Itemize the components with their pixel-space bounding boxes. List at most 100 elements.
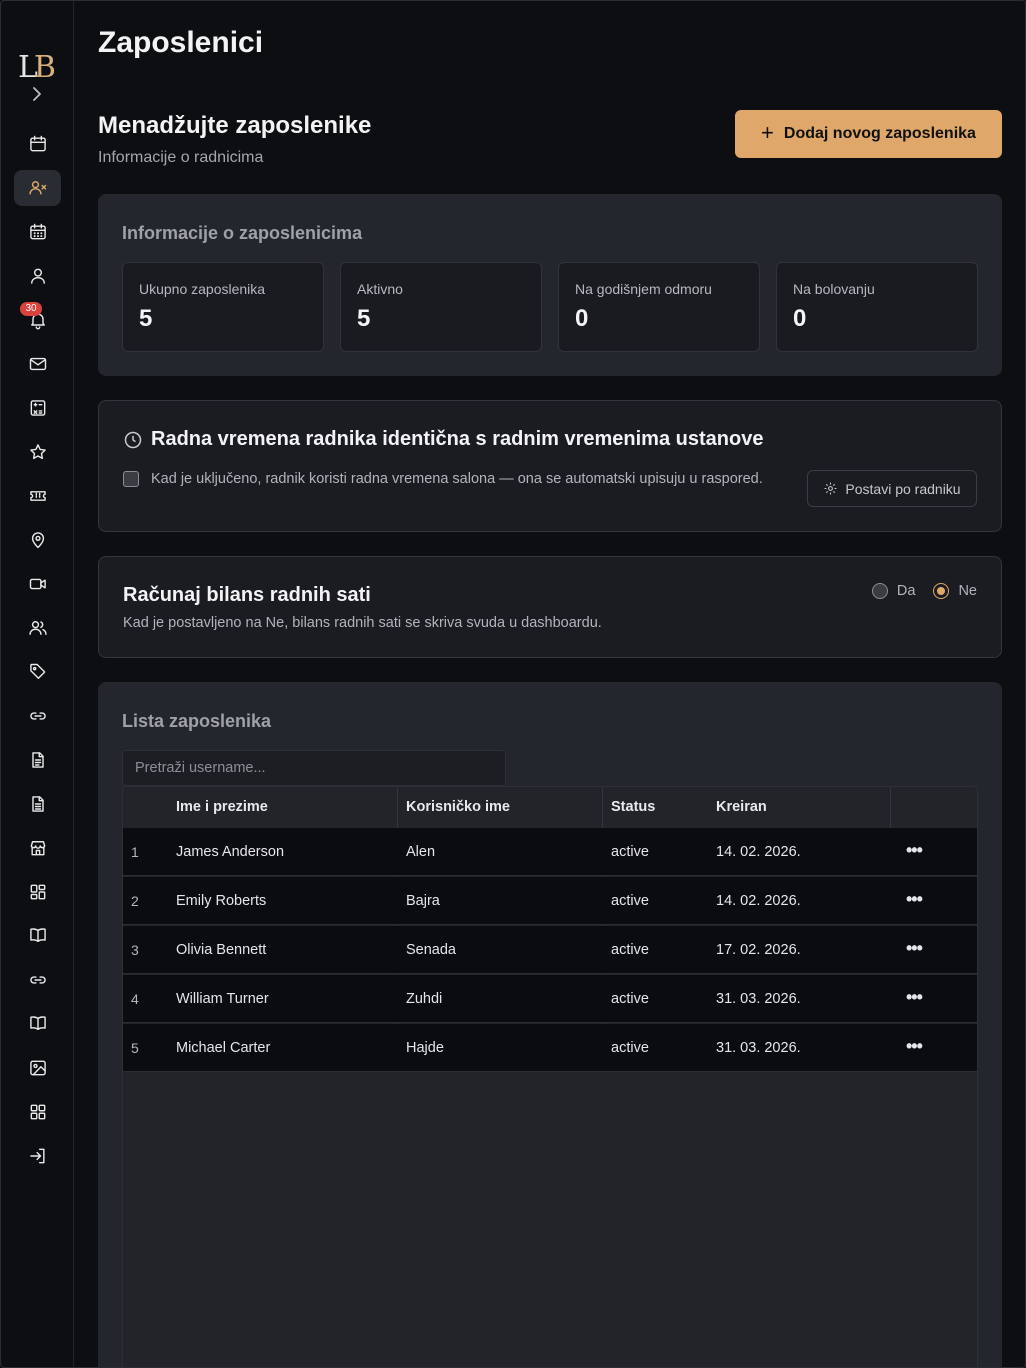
set-per-employee-button[interactable]: Postavi po radniku bbox=[807, 470, 977, 507]
search-input[interactable] bbox=[122, 750, 506, 786]
add-employee-label: Dodaj novog zaposlenika bbox=[783, 125, 976, 142]
dashboard-icon bbox=[30, 884, 45, 900]
stat-label: Ukupno zaposlenika bbox=[139, 281, 266, 297]
users-icon bbox=[28, 621, 47, 635]
store-icon bbox=[30, 841, 45, 856]
user-icon bbox=[30, 268, 45, 284]
table-row[interactable]: 5 Michael Carter Hajde active 31. 03. 20… bbox=[123, 1024, 977, 1072]
sidebar-item-clients[interactable] bbox=[14, 610, 61, 646]
employee-created: 14. 02. 2026. bbox=[716, 893, 801, 909]
column-header-status[interactable]: Status bbox=[611, 787, 655, 828]
row-menu-icon[interactable]: ••• bbox=[906, 877, 923, 925]
employee-created: 31. 03. 2026. bbox=[716, 991, 801, 1007]
row-menu-icon[interactable]: ••• bbox=[906, 828, 923, 876]
image-icon bbox=[29, 1060, 46, 1076]
row-menu-icon[interactable]: ••• bbox=[906, 1024, 923, 1072]
calculator-icon bbox=[30, 400, 45, 416]
radio-option-no[interactable]: Ne bbox=[933, 583, 977, 599]
employee-created: 17. 02. 2026. bbox=[716, 942, 801, 958]
column-header-name[interactable]: Ime i prezime bbox=[176, 787, 268, 828]
sidebar-item-tickets[interactable] bbox=[14, 478, 61, 514]
link-icon bbox=[29, 976, 46, 984]
employee-list-card: Lista zaposlenika Ime i prezime Korisnič… bbox=[98, 682, 1002, 1368]
document-icon bbox=[31, 752, 44, 768]
logout-icon bbox=[29, 1148, 45, 1164]
document-text-icon bbox=[31, 796, 44, 812]
sidebar-item-reports[interactable] bbox=[14, 786, 61, 822]
hours-balance-title: Računaj bilans radnih sati bbox=[123, 584, 371, 606]
sidebar-item-schedule[interactable] bbox=[14, 214, 61, 250]
employee-name: Michael Carter bbox=[176, 1040, 271, 1056]
map-pin-icon bbox=[31, 532, 44, 549]
employee-status: active bbox=[611, 844, 649, 860]
column-header-username[interactable]: Korisničko ime bbox=[406, 787, 510, 828]
sidebar-item-tags[interactable] bbox=[14, 654, 61, 690]
sidebar-item-profile[interactable] bbox=[14, 258, 61, 294]
radio-no-label: Ne bbox=[958, 583, 977, 599]
page-title: Zaposlenici bbox=[98, 26, 264, 59]
same-hours-checkbox[interactable] bbox=[123, 471, 139, 487]
sidebar-item-guide[interactable] bbox=[14, 917, 61, 953]
sidebar-item-employees[interactable] bbox=[14, 170, 61, 206]
radio-option-yes[interactable]: Da bbox=[871, 583, 915, 599]
row-menu-icon[interactable]: ••• bbox=[906, 926, 923, 974]
table-row[interactable]: 4 William Turner Zuhdi active 31. 03. 20… bbox=[123, 975, 977, 1023]
calendar-icon bbox=[29, 135, 46, 152]
user-x-icon bbox=[28, 181, 46, 195]
row-number: 5 bbox=[131, 1040, 139, 1056]
stat-label: Aktivno bbox=[357, 281, 403, 297]
sidebar-item-dashboard[interactable] bbox=[14, 874, 61, 910]
radio-no[interactable] bbox=[933, 583, 950, 599]
sidebar-item-logout[interactable] bbox=[14, 1138, 61, 1174]
chevron-right-icon[interactable] bbox=[27, 84, 47, 104]
sidebar-item-calendar[interactable] bbox=[14, 126, 61, 162]
sidebar-item-catalog[interactable] bbox=[14, 1005, 61, 1041]
radio-yes[interactable] bbox=[871, 583, 888, 599]
clock-icon bbox=[124, 431, 142, 448]
apps-icon bbox=[30, 1104, 45, 1120]
sidebar-item-reviews[interactable] bbox=[14, 434, 61, 470]
employee-name: James Anderson bbox=[176, 844, 285, 860]
table-row[interactable]: 3 Olivia Bennett Senada active 17. 02. 2… bbox=[123, 926, 977, 974]
sidebar-item-gallery[interactable] bbox=[14, 1050, 61, 1086]
column-header-created[interactable]: Kreiran bbox=[716, 787, 767, 828]
sidebar: LB 30 bbox=[0, 0, 74, 1368]
table-row[interactable]: 2 Emily Roberts Bajra active 14. 02. 202… bbox=[123, 877, 977, 925]
sidebar-item-video[interactable] bbox=[14, 566, 61, 602]
working-hours-description: Kad je uključeno, radnik koristi radna v… bbox=[151, 471, 763, 487]
book-icon bbox=[29, 928, 46, 942]
employee-list-title: Lista zaposlenika bbox=[122, 711, 272, 731]
calendar-grid-icon bbox=[29, 223, 46, 240]
row-number: 4 bbox=[131, 991, 139, 1007]
logo[interactable]: LB bbox=[18, 50, 58, 86]
sidebar-item-links[interactable] bbox=[14, 698, 61, 734]
hours-balance-radio-group: Da Ne bbox=[871, 583, 977, 599]
employee-username: Zuhdi bbox=[406, 991, 443, 1007]
star-icon bbox=[29, 444, 46, 460]
employee-status: active bbox=[611, 942, 649, 958]
stat-value: 0 bbox=[793, 305, 807, 332]
sidebar-item-documents[interactable] bbox=[14, 742, 61, 778]
sidebar-item-store[interactable] bbox=[14, 830, 61, 866]
employee-username: Senada bbox=[406, 942, 456, 958]
employee-created: 31. 03. 2026. bbox=[716, 1040, 801, 1056]
info-card-title: Informacije o zaposlenicima bbox=[122, 223, 363, 243]
ticket-icon bbox=[29, 491, 46, 501]
employee-name: Emily Roberts bbox=[176, 893, 267, 909]
section-subtitle: Informacije o radnicima bbox=[98, 149, 264, 166]
sidebar-item-mail[interactable] bbox=[14, 346, 61, 382]
tag-icon bbox=[29, 663, 45, 679]
add-employee-button[interactable]: + Dodaj novog zaposlenika bbox=[735, 110, 1002, 158]
stat-value: 5 bbox=[139, 305, 153, 332]
row-number: 1 bbox=[131, 844, 139, 860]
table-row[interactable]: 1 James Anderson Alen active 14. 02. 202… bbox=[123, 828, 977, 876]
plus-icon: + bbox=[761, 120, 774, 145]
sidebar-item-calculator[interactable] bbox=[14, 390, 61, 426]
sidebar-item-notifications[interactable]: 30 bbox=[14, 302, 61, 338]
employee-username: Alen bbox=[406, 844, 436, 860]
book-open-icon bbox=[29, 1016, 46, 1030]
sidebar-item-locations[interactable] bbox=[14, 522, 61, 558]
sidebar-item-links-2[interactable] bbox=[14, 962, 61, 998]
sidebar-item-apps[interactable] bbox=[14, 1094, 61, 1130]
row-menu-icon[interactable]: ••• bbox=[906, 975, 923, 1023]
